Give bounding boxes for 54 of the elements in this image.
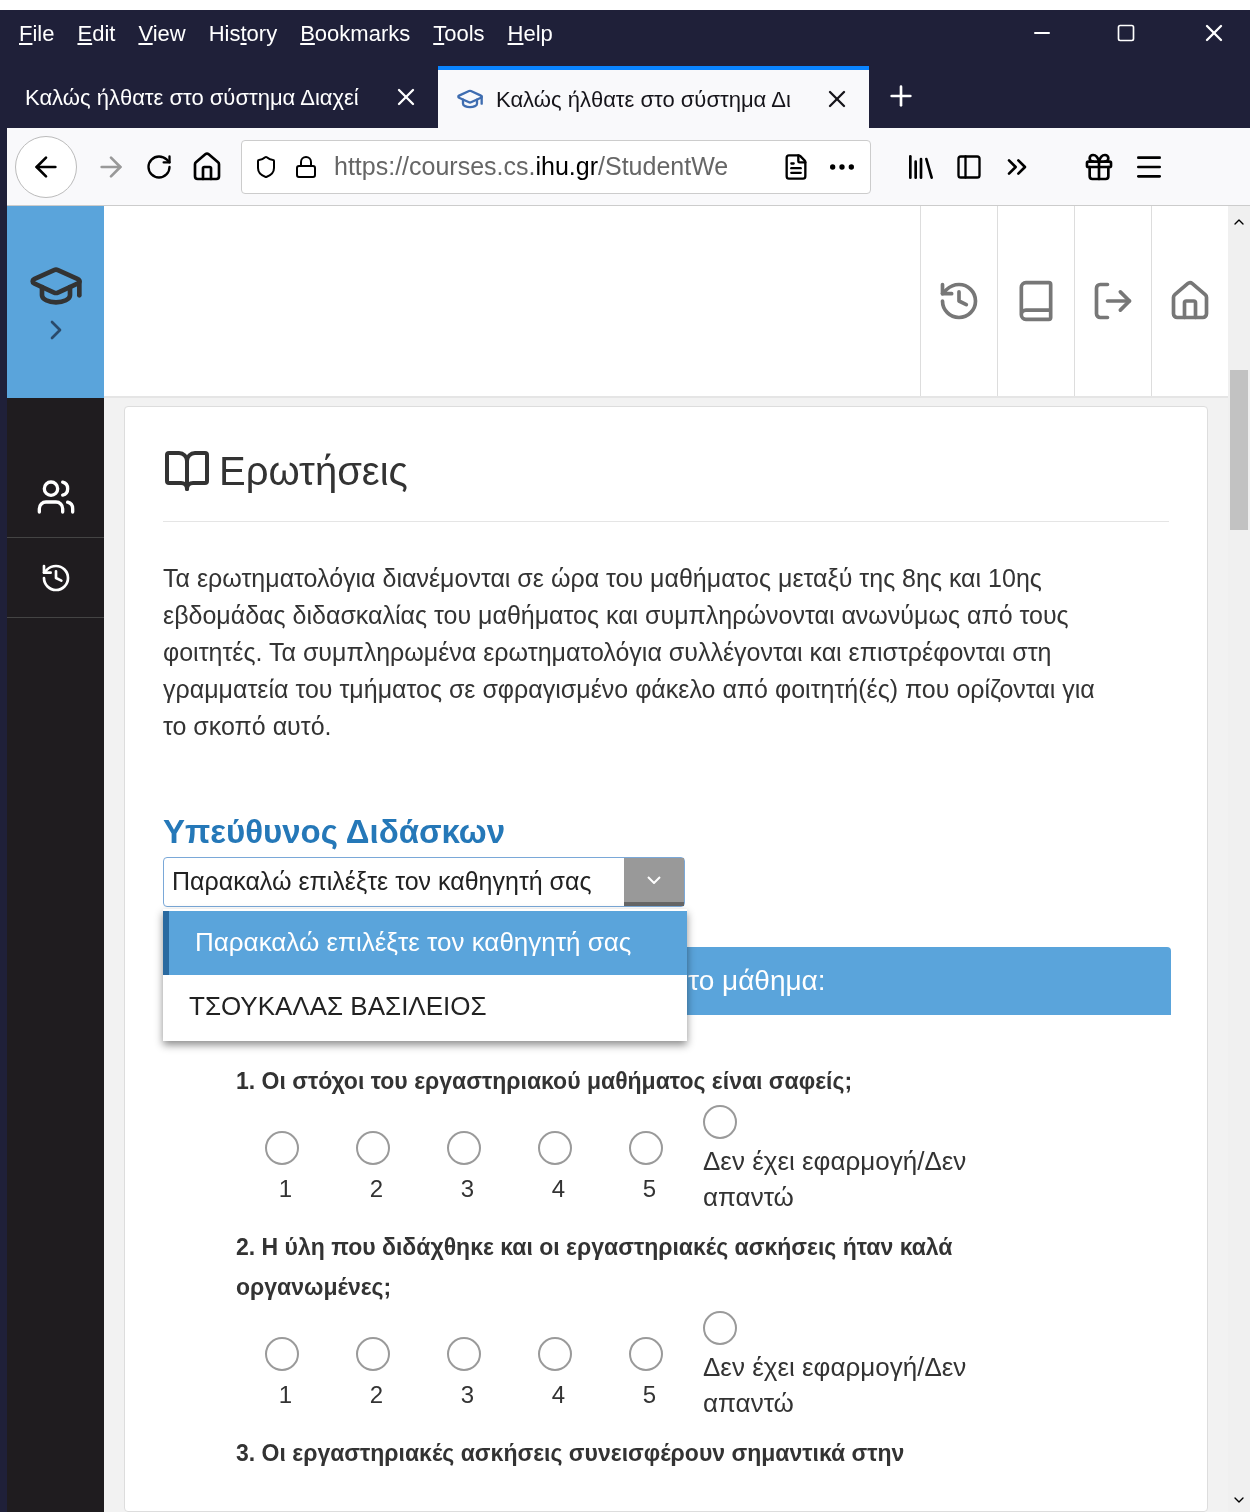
rating-radio[interactable] (537, 1336, 572, 1371)
rating-radio[interactable] (446, 1336, 481, 1371)
url-text: https://courses.cs.ihu.gr/StudentWe (334, 150, 730, 182)
lock-icon (294, 154, 318, 179)
menu-item[interactable]: Help (507, 16, 553, 50)
intro-paragraph: Τα ερωτηματολόγια διανέμονται σε ώρα του μαθήματος μεταξύ της 8ης και 10ης εβδομάδας διδασκαλίας του μαθήματος και συμπληρώνονται ανωνύμως από τους φοιτητές. Τα συμπληρωμένα ερωτηματολόγια συλλέγονται και επιστρέφονται στη γραμματεία του τμήματος σε σφραγισμένο φάκελο από φοιτητή(ές) που ορίζονται για το σκοπό αυτό. (163, 563, 1096, 742)
rating-label: 4 (551, 1379, 566, 1410)
rating-radio[interactable] (264, 1336, 299, 1371)
not-applicable-label: Δεν έχει εφαρμογή/Δεν απαντώ (703, 1144, 968, 1214)
not-applicable-label: Δεν έχει εφαρμογή/Δεν απαντώ (703, 1350, 968, 1420)
not-applicable-radio[interactable] (703, 1104, 737, 1139)
menu-item[interactable]: View (138, 16, 186, 50)
browser-tab[interactable]: Καλώς ήλθατε στο σύστημα Διαχεί (7, 66, 438, 128)
rating-radio[interactable] (628, 1130, 663, 1165)
not-applicable-radio[interactable] (703, 1310, 737, 1345)
rating-radio[interactable] (264, 1130, 299, 1165)
menu-item[interactable]: File (19, 16, 55, 50)
home-icon[interactable] (191, 150, 223, 183)
rating-radio[interactable] (537, 1130, 572, 1165)
rating-label: 3 (460, 1379, 475, 1410)
rating-label: 4 (551, 1173, 566, 1204)
rating-label: 5 (642, 1173, 657, 1204)
rating-radio[interactable] (446, 1130, 481, 1165)
rating-label: 2 (369, 1173, 384, 1204)
instructor-select[interactable]: Παρακαλώ επιλέξτε τον καθηγητή σας (163, 856, 685, 907)
chevron-icon (647, 875, 661, 884)
rating-radio[interactable] (628, 1336, 663, 1371)
menu-item[interactable]: Bookmarks (300, 16, 411, 50)
rating-label: 3 (460, 1173, 475, 1204)
rating-label: 5 (642, 1379, 657, 1410)
tab-title: Καλώς ήλθατε στο σύστημα Διαχεί (25, 83, 360, 112)
sidebar-logo[interactable] (7, 206, 104, 398)
question-text: 1. Οι στόχοι του εργαστηριακού μαθήματος είναι σαφείς; (236, 1066, 854, 1096)
shield-icon (254, 154, 278, 179)
browser-tab[interactable]: Καλώς ήλθατε στο σύστημα Δι (438, 66, 869, 128)
rating-radio[interactable] (355, 1130, 390, 1165)
menu-item[interactable]: Edit (77, 16, 116, 50)
tab-title: Καλώς ήλθατε στο σύστημα Δι (496, 85, 792, 114)
reload-icon[interactable] (145, 152, 173, 181)
question-text: 2. Η ύλη που διδάχθηκε και οι εργαστηριακές ασκήσεις ήταν καλά οργανωμένες; (236, 1232, 954, 1302)
sidebar-icon[interactable] (955, 152, 983, 181)
rating-label: 1 (278, 1173, 293, 1204)
page-title: Ερωτήσεις (219, 448, 408, 495)
rating-radio[interactable] (355, 1336, 390, 1371)
instructor-label: Υπεύθυνος Διδάσκων (163, 812, 507, 852)
menu-item[interactable]: Tools (433, 16, 485, 50)
rating-label: 1 (278, 1379, 293, 1410)
rating-label: 2 (369, 1379, 384, 1410)
menu-item[interactable]: History (208, 16, 278, 50)
maximize-icon[interactable] (1116, 23, 1136, 43)
users-icon[interactable] (35, 477, 76, 517)
url-bar[interactable]: https://courses.cs.ihu.gr/StudentWe (241, 139, 871, 194)
question-text: 3. Οι εργαστηριακές ασκήσεις συνεισφέρουν σημαντικά στην (236, 1438, 906, 1468)
scrollbar-thumb[interactable] (1230, 370, 1248, 530)
